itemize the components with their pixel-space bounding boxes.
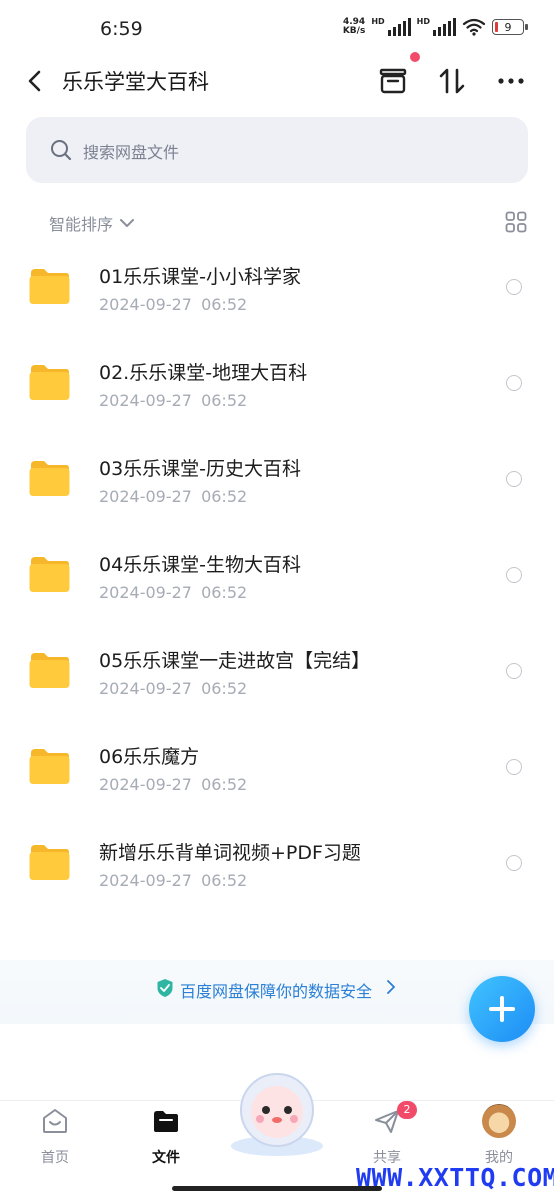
select-radio[interactable] [506,279,522,295]
file-row[interactable]: 04乐乐课堂-生物大百科 2024-09-27 06:52 [0,528,554,624]
watermark: WWW.XXTTQ.COM [356,1163,554,1192]
file-row[interactable]: 01乐乐课堂-小小科学家 2024-09-27 06:52 [0,240,554,336]
select-radio[interactable] [506,663,522,679]
net-speed-unit: KB/s [342,26,366,36]
file-name: 02.乐乐课堂-地理大百科 [99,362,308,384]
notification-dot [410,52,420,62]
transfer-icon[interactable] [435,64,469,98]
battery-level: 9 [504,20,512,34]
hd-label-2: HD [416,16,430,26]
security-banner-text: 百度网盘保障你的数据安全 [180,982,373,1001]
sort-label: 智能排序 [49,215,114,234]
top-app-bar: 乐乐学堂大百科 [0,52,554,104]
search-placeholder: 搜索网盘文件 [83,143,180,162]
file-date: 2024-09-27 06:52 [99,295,248,314]
folder-icon [29,845,70,880]
select-radio[interactable] [506,471,522,487]
wifi-icon [462,18,486,36]
chevron-down-icon [120,219,135,227]
sort-dropdown[interactable]: 智能排序 [49,211,135,235]
tab-home-label: 首页 [41,1150,69,1166]
file-row[interactable]: 06乐乐魔方 2024-09-27 06:52 [0,720,554,816]
file-row[interactable]: 02.乐乐课堂-地理大百科 2024-09-27 06:52 [0,336,554,432]
select-radio[interactable] [506,759,522,775]
file-list: 01乐乐课堂-小小科学家 2024-09-27 06:52 02.乐乐课堂-地理… [0,240,554,912]
file-name: 06乐乐魔方 [99,746,200,768]
signal-icon-2 [433,18,456,36]
grid-view-icon[interactable] [505,211,527,233]
folder-filled-icon [154,1111,178,1132]
hd-label-1: HD [371,16,385,26]
battery-icon: 9 [492,19,528,35]
search-icon [51,140,72,161]
file-name: 03乐乐课堂-历史大百科 [99,458,302,480]
status-bar: 6:59 4.94 KB/s HD HD 9 [0,0,554,60]
file-name: 04乐乐课堂-生物大百科 [99,554,302,576]
add-button[interactable] [469,976,535,1042]
more-icon[interactable] [494,64,528,98]
archive-box-icon[interactable] [376,64,410,98]
status-icons: 4.94 KB/s HD HD 9 [343,16,528,36]
folder-icon [29,461,70,496]
net-speed: 4.94 KB/s [343,18,365,36]
file-row[interactable]: 03乐乐课堂-历史大百科 2024-09-27 06:52 [0,432,554,528]
back-arrow-icon[interactable] [24,66,48,96]
avatar[interactable] [482,1104,516,1138]
file-date: 2024-09-27 06:52 [99,391,248,410]
chevron-right-icon [387,980,395,994]
folder-icon [29,749,70,784]
file-date: 2024-09-27 06:52 [99,487,248,506]
select-radio[interactable] [506,855,522,871]
file-date: 2024-09-27 06:52 [99,775,248,794]
folder-icon [29,269,70,304]
file-row[interactable]: 新增乐乐背单词视频+PDF习题 2024-09-27 06:52 [0,816,554,912]
status-time: 6:59 [100,18,143,40]
folder-icon [29,365,70,400]
file-name: 01乐乐课堂-小小科学家 [99,266,302,288]
folder-icon [29,653,70,688]
select-radio[interactable] [506,567,522,583]
file-date: 2024-09-27 06:52 [99,583,248,602]
shield-icon [157,979,173,997]
search-bar[interactable]: 搜索网盘文件 [26,117,528,183]
signal-icon [387,18,411,36]
tab-files-label: 文件 [152,1150,180,1166]
home-icon [43,1109,67,1133]
file-name: 新增乐乐背单词视频+PDF习题 [99,842,361,864]
file-date: 2024-09-27 06:52 [99,871,248,890]
file-row[interactable]: 05乐乐课堂一走进故宫【完结】 2024-09-27 06:52 [0,624,554,720]
share-badge: 2 [397,1101,417,1119]
select-radio[interactable] [506,375,522,391]
file-name: 05乐乐课堂一走进故宫【完结】 [99,650,371,672]
file-date: 2024-09-27 06:52 [99,679,248,698]
folder-icon [29,557,70,592]
page-title: 乐乐学堂大百科 [62,70,209,94]
home-indicator [172,1186,382,1191]
mascot-astronaut-icon[interactable] [226,1072,328,1156]
